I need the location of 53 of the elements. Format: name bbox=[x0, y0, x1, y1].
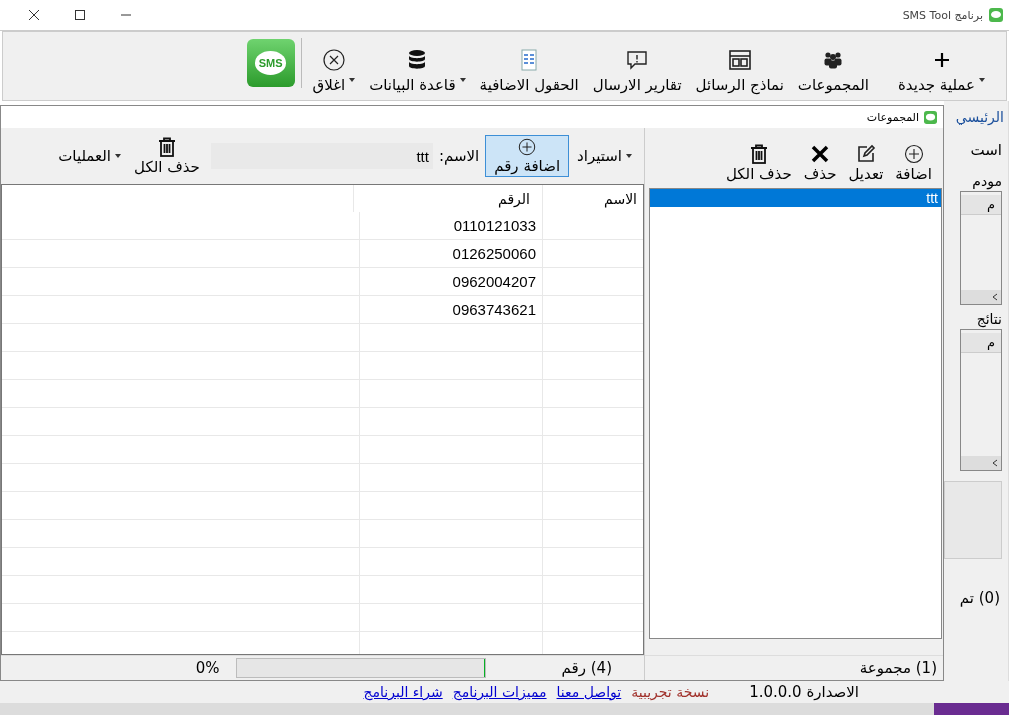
window-title: برنامج SMS Tool bbox=[902, 8, 983, 22]
toolbar-button[interactable]: نماذج الرسائل bbox=[688, 48, 791, 94]
maximize-icon[interactable] bbox=[74, 9, 86, 21]
toolbar-button[interactable]: اغلاق bbox=[305, 48, 363, 94]
link[interactable]: مميزات البرنامج bbox=[452, 684, 547, 700]
operations-button[interactable]: العمليات bbox=[56, 147, 124, 165]
table-cell: 0962004207 bbox=[359, 268, 542, 295]
toolbar-button[interactable]: المجموعات bbox=[790, 48, 876, 94]
link[interactable]: شراء البرنامج bbox=[363, 684, 443, 700]
toolbar-button[interactable]: تعديل bbox=[843, 142, 889, 184]
delete-all-button[interactable]: حذف الكل bbox=[129, 135, 205, 177]
sms-logo: SMS bbox=[246, 39, 295, 87]
toolbar-button[interactable]: حذف الكل bbox=[720, 142, 797, 184]
close-icon bbox=[321, 48, 346, 72]
table-cell: 0126250060 bbox=[359, 240, 542, 267]
toolbar-button[interactable]: تقارير الارسال bbox=[585, 48, 689, 94]
column-header: م bbox=[961, 333, 1001, 353]
scroll-left-icon[interactable] bbox=[991, 459, 999, 467]
name-field[interactable]: ttt bbox=[210, 143, 433, 169]
column-header: م bbox=[961, 195, 1001, 215]
speech-bubble-icon bbox=[625, 48, 650, 72]
app-icon bbox=[924, 110, 937, 124]
scroll-left-icon[interactable] bbox=[991, 293, 999, 301]
add-number-button[interactable]: اضافة رقم bbox=[485, 135, 570, 177]
numbers-count: (4) رقم bbox=[561, 659, 612, 677]
table-cell: 0963743621 bbox=[359, 296, 542, 323]
table-cell: 0110121033 bbox=[359, 212, 542, 239]
column-header[interactable]: الاسم bbox=[542, 185, 643, 212]
toolbar-button[interactable]: حذف bbox=[798, 142, 842, 184]
app-icon bbox=[989, 8, 1003, 22]
column-header[interactable]: الرقم bbox=[353, 185, 542, 212]
toolbar-button[interactable]: الحقول الاضافية bbox=[472, 48, 586, 94]
progress-reading: 0% bbox=[195, 659, 220, 677]
layout-icon bbox=[727, 48, 752, 72]
toolbar-button[interactable]: اضافة bbox=[890, 142, 937, 184]
toolbar-button[interactable]: قاعدة البيانات bbox=[362, 48, 473, 94]
tab[interactable]: الرئيسي bbox=[944, 109, 1008, 135]
link[interactable]: تواصل معنا bbox=[556, 684, 622, 700]
edition-text: نسخة تجريبية bbox=[631, 684, 710, 700]
add-icon bbox=[902, 143, 925, 165]
group-item[interactable]: ttt bbox=[650, 189, 941, 207]
version-text: الاصدارة 1.0.0.0 bbox=[749, 683, 859, 701]
results-label: نتائج bbox=[975, 311, 1003, 327]
name-label: الاسم: bbox=[438, 147, 480, 165]
window-title: المجموعات bbox=[866, 110, 919, 124]
sent-count: (0) تم bbox=[958, 589, 1001, 607]
close-icon[interactable] bbox=[28, 9, 40, 21]
modem-label: مودم bbox=[971, 173, 1003, 189]
toolbar-button[interactable]: عملية جديدة bbox=[876, 48, 992, 94]
groups-count: (1) مجموعة bbox=[859, 659, 937, 677]
add-icon bbox=[517, 137, 538, 157]
section-label: است bbox=[969, 140, 1003, 161]
import-button[interactable]: استيراد bbox=[575, 147, 634, 165]
